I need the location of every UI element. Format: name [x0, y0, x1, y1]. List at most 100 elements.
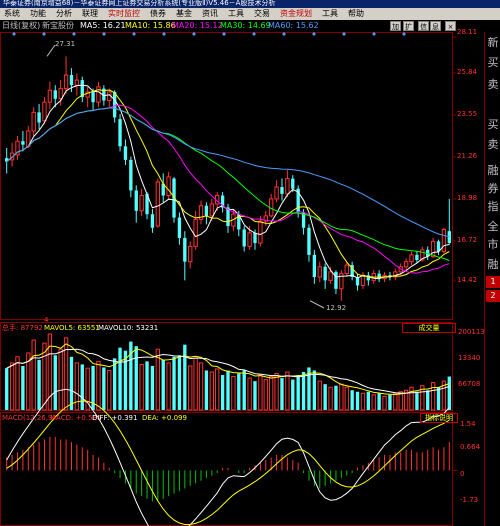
- volume-bar: [377, 393, 381, 410]
- mavol10-value: MAVOL10: 53231: [98, 324, 159, 332]
- volume-bar: [96, 360, 101, 411]
- candle-body: [258, 220, 263, 244]
- volume-bar: [177, 355, 182, 410]
- volume-bar: [209, 371, 214, 411]
- volume-bar: [31, 339, 36, 411]
- volume-bar: [21, 365, 25, 410]
- volume-bar: [436, 387, 441, 410]
- volume-bar: [280, 378, 284, 410]
- volume-bar: [69, 356, 74, 410]
- volume-bar: [291, 379, 295, 410]
- candle-body: [63, 74, 69, 90]
- volume-bar: [360, 392, 366, 411]
- volume-bar: [339, 383, 344, 411]
- volume-bar: [15, 356, 20, 411]
- volume-bar: [150, 365, 155, 410]
- candle-body: [37, 112, 41, 123]
- volume-bar: [328, 386, 333, 411]
- volume-bar: [350, 390, 354, 410]
- stock-chart[interactable]: [0, 0, 500, 526]
- side-panel-label[interactable]: 融: [487, 258, 499, 271]
- candle-body: [328, 271, 333, 281]
- price-axis-label: 16.72: [457, 236, 478, 244]
- volume-indicator-button[interactable]: 成交量: [402, 323, 456, 333]
- volume-bar: [296, 375, 300, 410]
- volume-bar: [285, 371, 290, 411]
- candle-body: [415, 254, 419, 260]
- volume-bar: [74, 362, 80, 411]
- volume-bar: [263, 379, 268, 411]
- volume-bar: [231, 376, 236, 411]
- candle-body: [58, 88, 63, 100]
- moving-average-line: [6, 104, 450, 274]
- side-panel-label[interactable]: 全: [487, 220, 499, 233]
- side-panel: 新买卖买卖融券指全市融12: [484, 32, 500, 526]
- side-panel-label[interactable]: 券: [487, 182, 499, 195]
- volume-bar: [366, 391, 371, 410]
- candle-body: [177, 217, 182, 238]
- macd-axis-label: 0: [460, 470, 465, 478]
- candle-body: [91, 92, 95, 103]
- candle-body: [31, 111, 36, 132]
- candle-body: [69, 75, 74, 86]
- macd-axis-label: -1.73: [460, 496, 479, 504]
- volume-bar: [415, 391, 419, 410]
- price-axis-label: 28.11: [457, 28, 478, 36]
- side-panel-box[interactable]: 2: [486, 290, 500, 302]
- volume-bar: [237, 373, 241, 410]
- volume-bar: [215, 368, 220, 411]
- volume-bar: [447, 376, 451, 410]
- macd-axis-label: 0.664: [460, 443, 481, 451]
- volume-bar: [5, 368, 9, 410]
- candle-body: [291, 178, 295, 189]
- side-panel-label[interactable]: 指: [487, 200, 499, 213]
- candle-body: [112, 92, 117, 118]
- volume-bar: [37, 359, 41, 410]
- indicator-help-button[interactable]: 指标说明: [420, 413, 458, 423]
- moving-average-line: [6, 89, 450, 278]
- volume-bar: [344, 386, 349, 411]
- side-panel-label[interactable]: 卖: [487, 78, 499, 91]
- volume-bar: [430, 382, 436, 411]
- side-panel-label[interactable]: 买: [487, 56, 499, 69]
- volume-axis-label: 13340: [458, 354, 481, 362]
- side-panel-label[interactable]: 卖: [487, 138, 499, 151]
- side-panel-label[interactable]: 融: [487, 164, 499, 177]
- volume-bar: [102, 367, 106, 410]
- candle-body: [312, 254, 317, 277]
- candle-body: [285, 178, 290, 195]
- candle-body: [47, 89, 53, 103]
- mavol5-value: MAVOL5: 63551: [44, 324, 100, 332]
- volume-bar: [409, 386, 414, 411]
- volume-bar: [388, 394, 392, 410]
- volume-bar: [166, 362, 171, 411]
- volume-bar: [426, 390, 430, 410]
- volume-bar: [382, 395, 387, 411]
- side-panel-label[interactable]: 新: [487, 36, 499, 49]
- price-axis-label: 18.98: [457, 194, 478, 202]
- side-panel-label[interactable]: 买: [487, 118, 499, 131]
- volume-bar: [317, 380, 322, 411]
- volume-bar: [193, 357, 198, 411]
- volume-bar: [274, 373, 279, 411]
- volume-bar: [334, 385, 338, 410]
- price-axis-label: 23.55: [457, 110, 478, 118]
- volume-bar: [172, 356, 176, 410]
- volume-bar: [323, 384, 327, 410]
- diff-value: DIFF: +0.391: [92, 414, 138, 422]
- candle-body: [253, 232, 257, 244]
- side-panel-label[interactable]: 市: [487, 238, 499, 251]
- volume-bar: [220, 375, 225, 410]
- side-panel-box[interactable]: 1: [486, 276, 500, 288]
- candle-body: [274, 186, 279, 200]
- price-axis-label: 25.84: [457, 68, 478, 76]
- candle-body: [317, 266, 322, 278]
- volume-bar: [198, 362, 204, 411]
- volume-bar: [112, 358, 117, 410]
- volume-bar: [355, 391, 360, 410]
- volume-bar: [188, 365, 193, 411]
- volume-bar: [118, 347, 122, 410]
- candle-body: [441, 228, 447, 253]
- candle-body: [307, 227, 311, 255]
- candle-body: [360, 274, 366, 286]
